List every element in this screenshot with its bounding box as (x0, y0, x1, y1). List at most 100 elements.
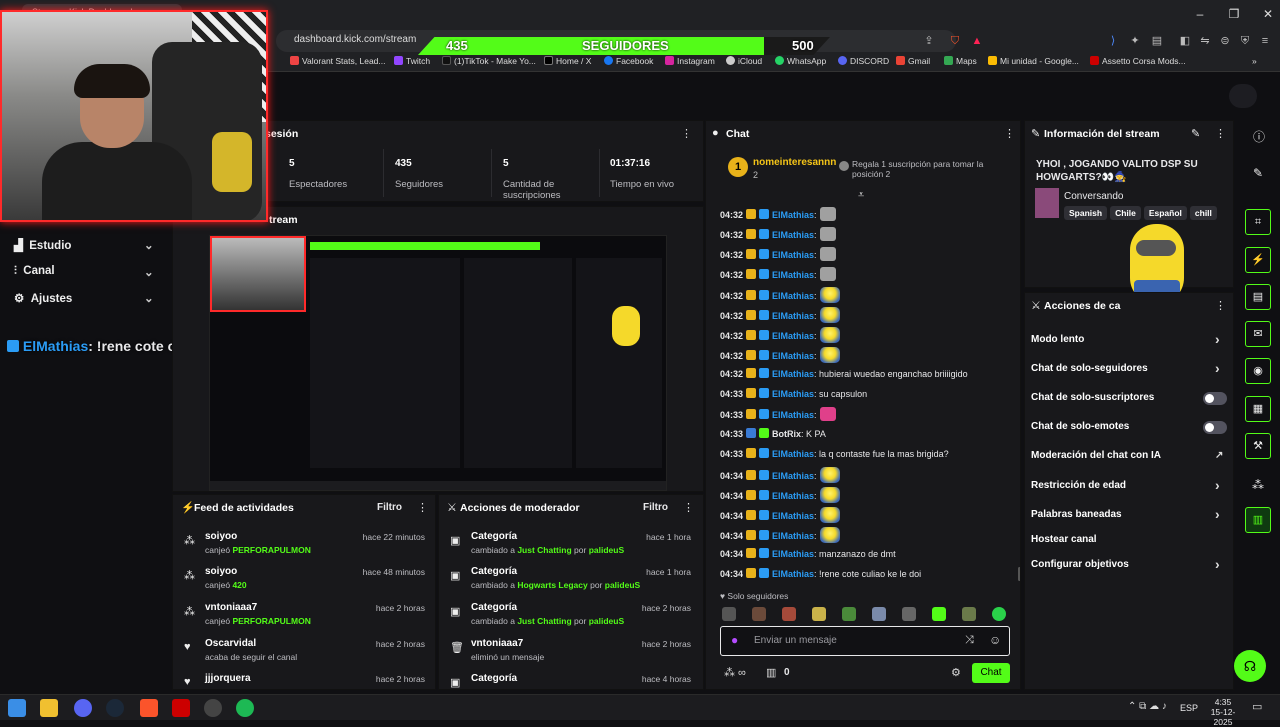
points-icon[interactable]: ⁂ (1252, 478, 1264, 492)
chat-input[interactable]: ● Enviar un mensaje ⤨ ☺ (720, 626, 1010, 656)
mic-icon[interactable]: ● (731, 633, 738, 647)
edit-icon[interactable]: ✎ (1191, 127, 1200, 140)
chat-message[interactable]: 04:33 ElMathias: la q contaste fue la mas… (720, 447, 1010, 461)
tab-search-icon[interactable]: ▤ (1148, 32, 1166, 50)
chat-username[interactable]: ElMathias (772, 449, 814, 459)
share-icon[interactable]: ⇪ (920, 32, 938, 50)
extensions-icon[interactable]: ✦ (1126, 32, 1144, 50)
chat-message[interactable]: 04:32 ElMathias: (720, 287, 1010, 303)
bookmark-drive[interactable]: Mi unidad - Google... (988, 56, 1079, 66)
bookmark-x[interactable]: Home / X (544, 56, 591, 66)
send-chat-button[interactable]: Chat (972, 663, 1010, 683)
chat-message[interactable]: 04:33 ElMathias: su capsulon (720, 387, 1010, 401)
notifications-icon[interactable]: ▭ (1252, 700, 1262, 713)
emote-bar[interactable] (722, 607, 1020, 624)
more-icon[interactable]: ⋮ (1004, 127, 1015, 140)
chat-username[interactable]: ElMathias (772, 511, 814, 521)
chat-username[interactable]: ElMathias (772, 351, 814, 361)
chat-username[interactable]: ElMathias (772, 230, 814, 240)
chat-username[interactable]: ElMathias (772, 270, 814, 280)
stream-video[interactable] (209, 235, 667, 491)
wallet-icon[interactable]: ⟩ (1104, 32, 1122, 50)
bookmark-maps[interactable]: Maps (944, 56, 977, 66)
bookmark-twitch[interactable]: Twitch (394, 56, 430, 66)
sidebar-icon[interactable]: ◧ (1176, 32, 1194, 50)
mod-filter-button[interactable]: Filtro (643, 502, 668, 513)
emote-icon[interactable] (842, 607, 856, 621)
more-icon[interactable]: ⋮ (417, 501, 428, 514)
chat-username[interactable]: ElMathias (772, 491, 814, 501)
help-icon[interactable]: ☊ (1234, 650, 1266, 682)
bookmark-tiktok[interactable]: (1)TikTok - Make Yo... (442, 56, 536, 66)
more-icon[interactable]: ⋮ (681, 127, 692, 140)
more-icon[interactable]: ⋮ (1215, 299, 1226, 312)
clapper-icon[interactable]: ▥ (1245, 507, 1271, 533)
vpn-icon[interactable]: ⊜ (1216, 32, 1234, 50)
action-solo-emotes[interactable]: Chat de solo-emotes (1031, 421, 1231, 437)
chat-message[interactable]: 04:34 ElMathias: (720, 507, 1010, 523)
emote-icon[interactable] (992, 607, 1006, 621)
chat-username[interactable]: ElMathias (772, 531, 814, 541)
points-icon[interactable]: ⁂ ∞ (724, 666, 746, 679)
chat-message[interactable]: 04:34 ElMathias: manzanazo de dmt (720, 547, 1010, 561)
action-palabras-baneadas[interactable]: Palabras baneadas › (1031, 506, 1231, 525)
chat-message[interactable]: 04:34 ElMathias: (720, 467, 1010, 483)
chat-message[interactable]: 04:32 ElMathias: (720, 247, 1010, 261)
action-hostear-canal[interactable]: Hostear canal (1031, 534, 1231, 550)
bookmarks-more-icon[interactable]: » (1252, 56, 1257, 66)
bookmark-gmail[interactable]: Gmail (896, 56, 930, 66)
chat-username[interactable]: ElMathias (772, 369, 814, 379)
translate-icon[interactable]: ⇋ (1196, 32, 1214, 50)
action-solo-seguidores[interactable]: Chat de solo-seguidores › (1031, 360, 1231, 379)
tray-icons[interactable]: ⌃ ⧉ ☁ ♪ (1128, 701, 1167, 712)
clock[interactable]: 4:35 15-12-2025 (1202, 697, 1244, 727)
action-modo-lento[interactable]: Modo lento › (1031, 331, 1231, 350)
chat-message[interactable]: 04:32 ElMathias: (720, 307, 1010, 323)
action-restriccion-edad[interactable]: Restricción de edad › (1031, 477, 1231, 496)
brave-icon[interactable] (140, 699, 158, 717)
chat-username[interactable]: ElMathias (772, 410, 814, 420)
bookmark-discord[interactable]: DISCORD (838, 56, 889, 66)
brave-shield-icon[interactable]: ⛉ (946, 32, 964, 50)
menu-icon[interactable]: ≡ (1256, 32, 1274, 50)
rewards-icon[interactable]: ▲ (968, 32, 986, 50)
chat-message[interactable]: 04:32 ElMathias: (720, 347, 1010, 363)
chat-message[interactable]: 04:32 ElMathias: (720, 207, 1010, 221)
chat-username[interactable]: ElMathias (772, 569, 814, 579)
more-icon[interactable]: ⋮ (683, 501, 694, 514)
store-icon[interactable]: ▥ (766, 666, 776, 679)
emote-icon[interactable] (722, 607, 736, 621)
action-configurar-objetivos[interactable]: Configurar objetivos › (1031, 556, 1231, 575)
chat-username[interactable]: ElMathias (772, 250, 814, 260)
broadcast-icon[interactable]: ◉ (1245, 358, 1271, 384)
app-icon[interactable] (172, 699, 190, 717)
input-language[interactable]: ESP (1180, 703, 1198, 713)
spotify-icon[interactable] (236, 699, 254, 717)
chat-message[interactable]: 04:32 ElMathias: (720, 327, 1010, 343)
chat-username[interactable]: ElMathias (772, 549, 814, 559)
action-moderacion-ia[interactable]: Moderación del chat con IA ↗ (1031, 450, 1231, 466)
sidebar-item-estudio[interactable]: ▟ Estudio ⌄ (14, 238, 154, 252)
collapse-icon[interactable]: ⩡ (858, 189, 864, 202)
windows-start-icon[interactable] (8, 699, 26, 717)
file-explorer-icon[interactable] (40, 699, 58, 717)
chat-message[interactable]: 04:32 ElMathias: hubierai wuedao engancha… (720, 367, 1010, 381)
bookmark-assetto[interactable]: Assetto Corsa Mods... (1090, 56, 1186, 66)
obs-icon[interactable] (204, 699, 222, 717)
chat-message[interactable]: 04:34 ElMathias: !rene cote culiao ke le … (720, 567, 1010, 581)
bookmark-instagram[interactable]: Instagram (665, 56, 715, 66)
bolt-icon[interactable]: ⚡ (1245, 247, 1271, 273)
chat-message[interactable]: 04:33 ElMathias: (720, 407, 1010, 421)
emote-icon[interactable] (812, 607, 826, 621)
toggle-switch[interactable] (1203, 392, 1227, 405)
pencil-icon[interactable]: ✎ (1253, 166, 1263, 180)
chat-username[interactable]: BotRix (772, 429, 801, 439)
feed-filter-button[interactable]: Filtro (377, 502, 402, 513)
shield-icon[interactable]: ⛨ (1236, 32, 1254, 50)
chat-username[interactable]: ElMathias (772, 471, 814, 481)
chat-message[interactable]: 04:34 ElMathias: (720, 527, 1010, 543)
emoji-icon[interactable]: ☺ (989, 633, 1001, 647)
user-avatar[interactable] (1229, 84, 1257, 108)
chat-username[interactable]: ElMathias (772, 210, 814, 220)
layout-icon[interactable]: ▦ (1245, 396, 1271, 422)
